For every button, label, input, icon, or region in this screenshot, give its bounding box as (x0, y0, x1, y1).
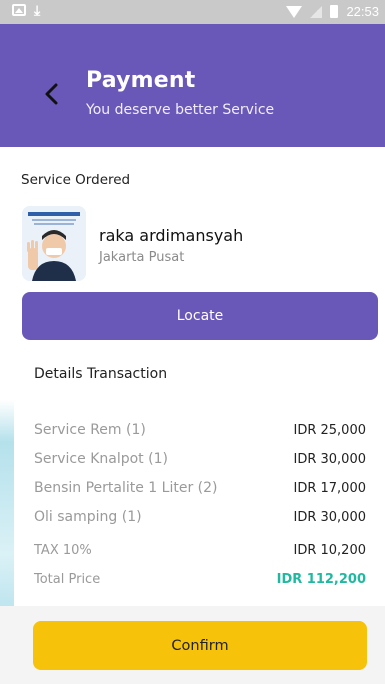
line-item-name: Service Rem (1) (34, 422, 146, 438)
confirm-button[interactable]: Confirm (33, 621, 367, 670)
signal-icon (310, 5, 323, 18)
tax-label: TAX 10% (34, 542, 92, 558)
provider-location: Jakarta Pusat (99, 250, 185, 265)
line-item-price: IDR 30,000 (293, 451, 367, 467)
service-ordered-label: Service Ordered (21, 172, 131, 188)
line-item: Bensin Pertalite 1 Liter (2) IDR 17,000 (34, 478, 366, 498)
line-item-price: IDR 17,000 (293, 480, 367, 496)
download-icon: ⤓ (34, 3, 41, 19)
details-title: Details Transaction (34, 366, 168, 382)
image-icon (12, 4, 26, 16)
line-item: Oli samping (1) IDR 30,000 (34, 507, 366, 527)
line-item-name: Oli samping (1) (34, 509, 142, 525)
battery-icon (330, 5, 339, 18)
page-header: Payment You deserve better Service (0, 24, 385, 147)
page-subtitle: You deserve better Service (86, 102, 275, 118)
provider-name: raka ardimansyah (99, 226, 244, 245)
line-item-price: IDR 30,000 (293, 509, 367, 525)
line-item-name: Service Knalpot (1) (34, 451, 168, 467)
line-item-name: Bensin Pertalite 1 Liter (2) (34, 480, 218, 496)
provider-avatar (22, 206, 86, 281)
total-label: Total Price (34, 571, 101, 587)
page-title: Payment (86, 68, 196, 93)
tax-row: TAX 10% IDR 10,200 (34, 540, 366, 560)
total-value: IDR 112,200 (276, 571, 366, 587)
line-item: Service Knalpot (1) IDR 30,000 (34, 449, 366, 469)
chevron-left-icon (45, 83, 58, 105)
status-time: 22:53 (346, 4, 379, 19)
total-row: Total Price IDR 112,200 (34, 569, 366, 589)
locate-button[interactable]: Locate (22, 292, 378, 340)
tax-value: IDR 10,200 (293, 542, 367, 558)
back-button[interactable] (38, 80, 66, 108)
line-item: Service Rem (1) IDR 25,000 (34, 420, 366, 440)
line-item-price: IDR 25,000 (293, 422, 367, 438)
wifi-icon (286, 5, 303, 18)
status-bar: ⤓ 22:53 (0, 0, 385, 24)
